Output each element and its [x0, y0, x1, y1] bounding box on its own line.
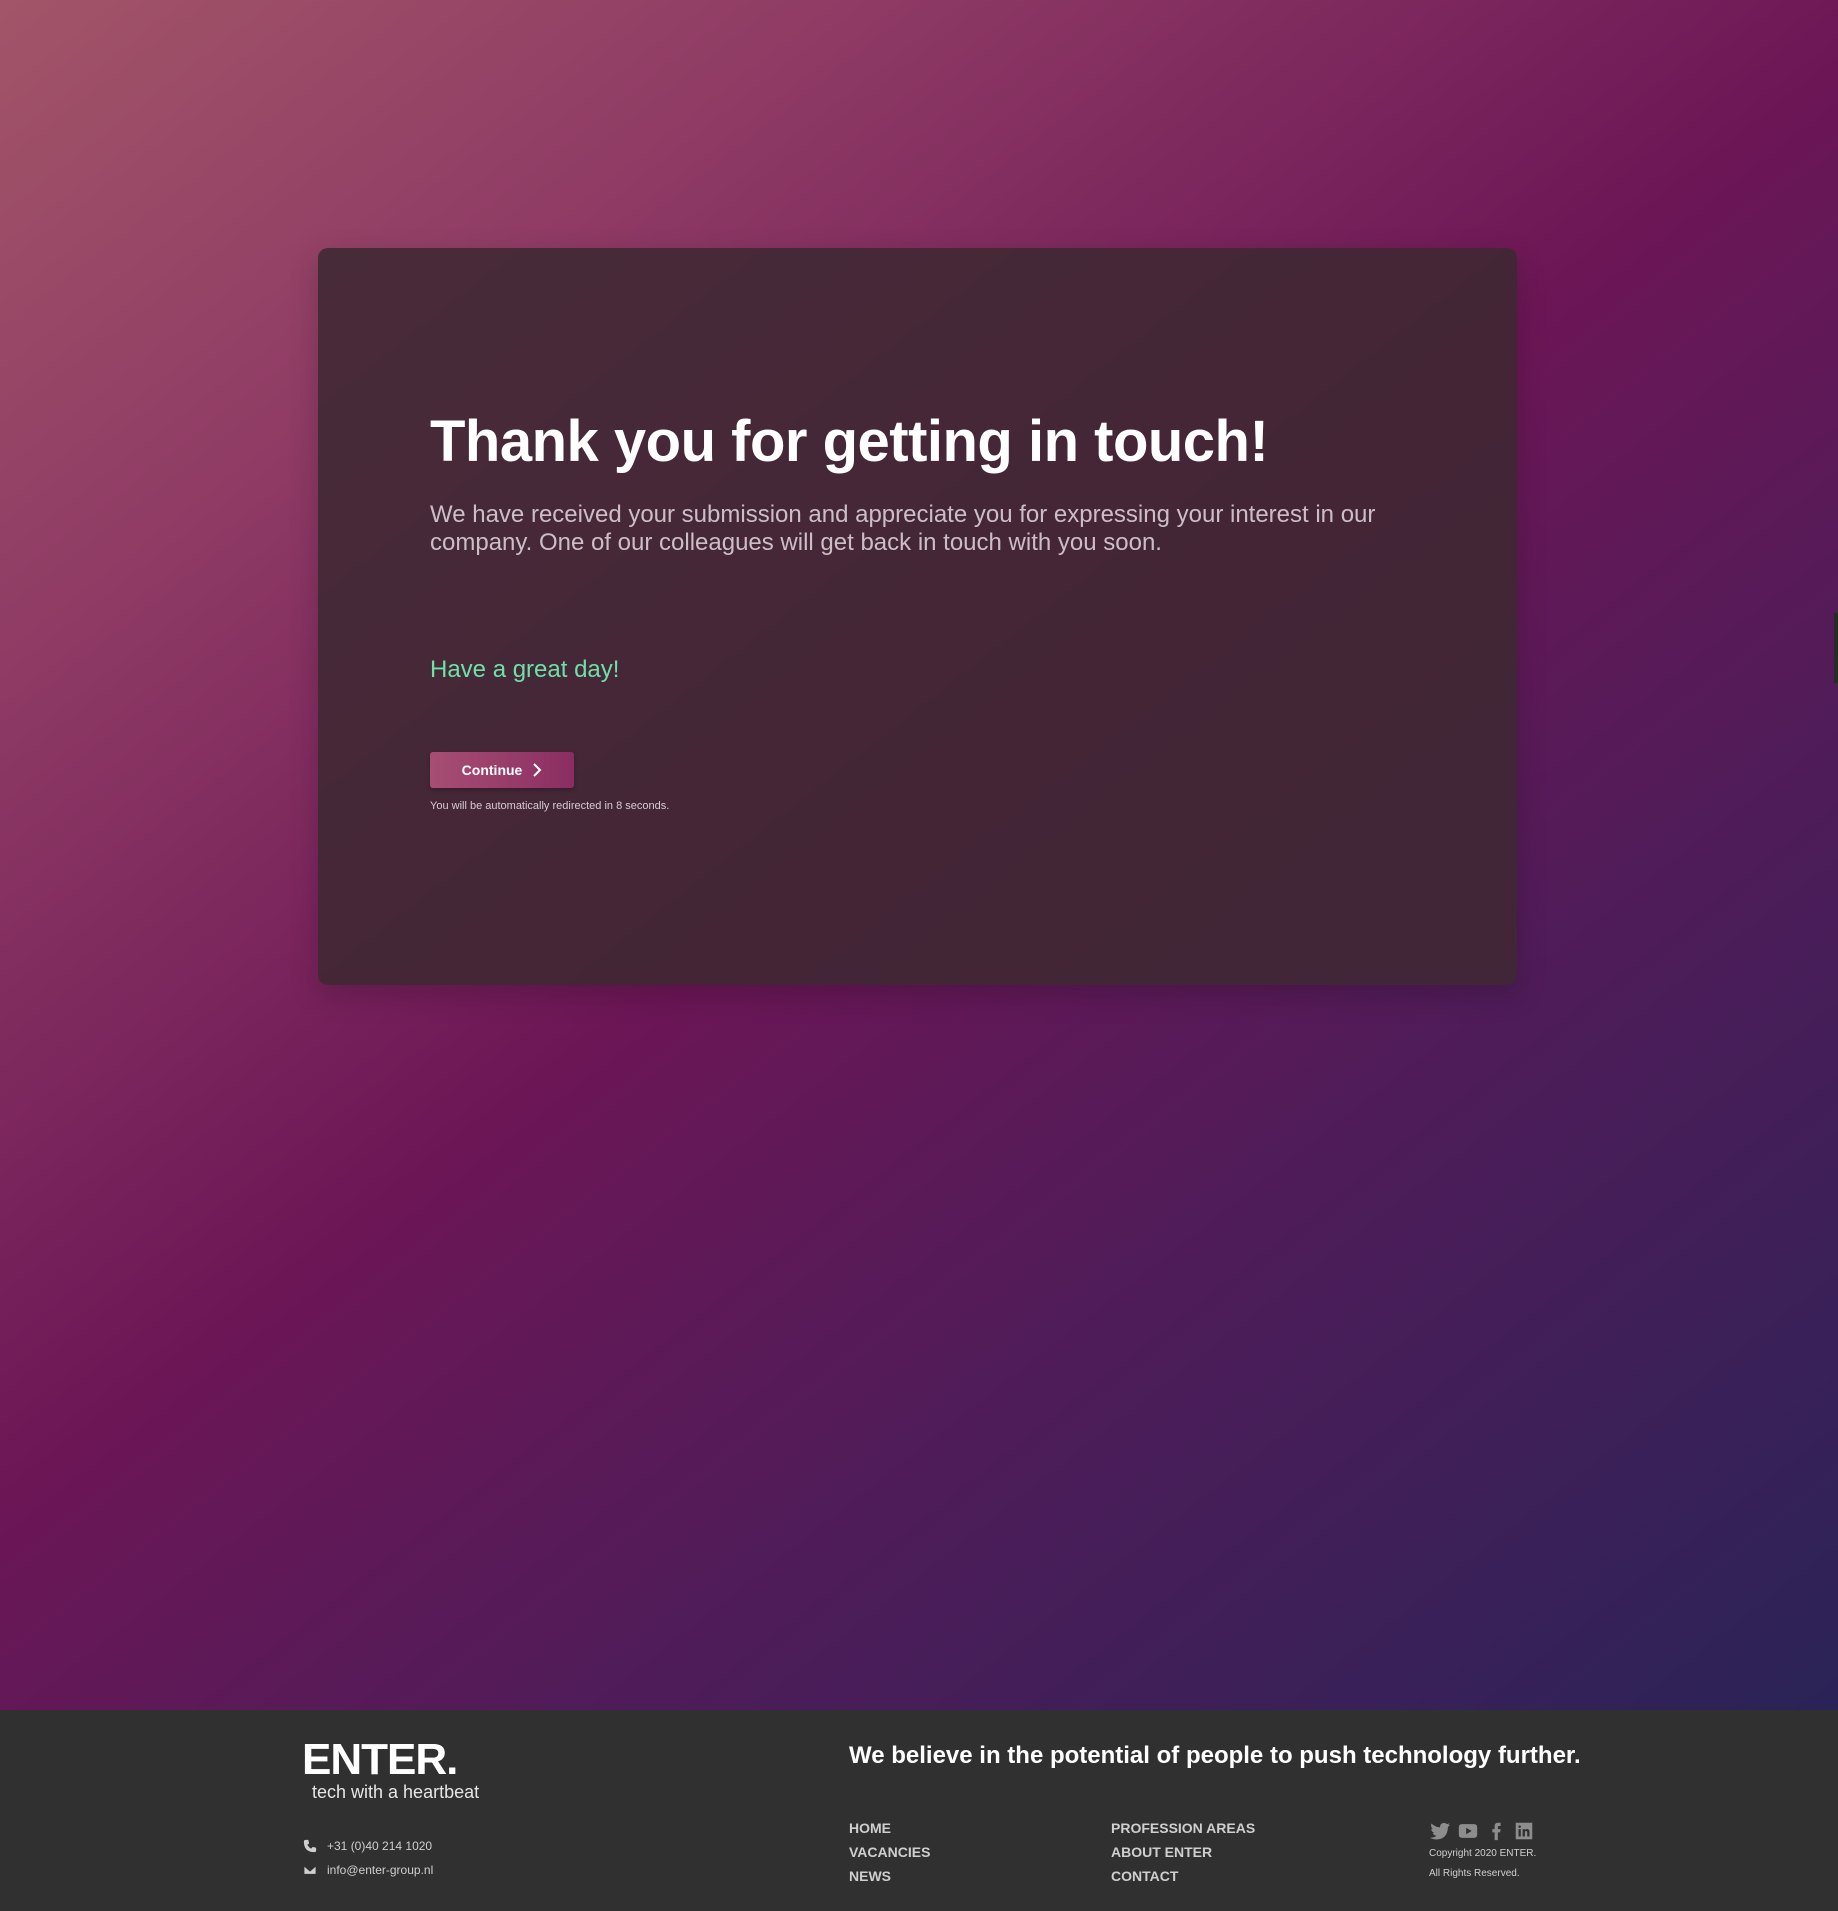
logo-wordmark: ENTER.	[302, 1735, 458, 1784]
copyright-line: Copyright 2020 ENTER.	[1429, 1848, 1537, 1859]
footer-link-home[interactable]: HOME	[849, 1816, 930, 1840]
redirect-note: You will be automatically redirected in …	[430, 800, 670, 812]
footer-link-news[interactable]: NEWS	[849, 1864, 930, 1888]
footer-link-vacancies[interactable]: VACANCIES	[849, 1840, 930, 1864]
footer-link-about-enter[interactable]: ABOUT ENTER	[1111, 1840, 1255, 1864]
mail-icon	[303, 1865, 317, 1875]
site-footer: ENTER. tech with a heartbeat +31 (0)40 2…	[0, 1710, 1838, 1911]
scrollbar-edge	[1834, 613, 1838, 683]
phone-icon	[303, 1839, 317, 1853]
logo-tagline: tech with a heartbeat	[312, 1782, 480, 1802]
confirmation-card: Thank you for getting in touch! We have …	[318, 248, 1517, 985]
email-row[interactable]: info@enter-group.nl	[303, 1858, 433, 1882]
facebook-icon[interactable]	[1485, 1820, 1507, 1842]
confirmation-message: We have received your submission and app…	[430, 501, 1376, 556]
social-links	[1429, 1820, 1535, 1842]
page-title: Thank you for getting in touch!	[430, 409, 1269, 474]
chevron-right-icon	[533, 763, 542, 777]
greeting-text: Have a great day!	[430, 656, 620, 683]
rights-line: All Rights Reserved.	[1429, 1868, 1520, 1879]
contact-info: +31 (0)40 214 1020 info@enter-group.nl	[303, 1834, 433, 1882]
phone-row[interactable]: +31 (0)40 214 1020	[303, 1834, 433, 1858]
enter-logo[interactable]: ENTER. tech with a heartbeat	[302, 1735, 480, 1803]
continue-button[interactable]: Continue	[430, 752, 574, 788]
footer-link-profession-areas[interactable]: PROFESSION AREAS	[1111, 1816, 1255, 1840]
twitter-icon[interactable]	[1429, 1820, 1451, 1842]
youtube-icon[interactable]	[1457, 1820, 1479, 1842]
copyright: Copyright 2020 ENTER. All Rights Reserve…	[1429, 1844, 1536, 1884]
phone-number: +31 (0)40 214 1020	[327, 1839, 433, 1853]
linkedin-icon[interactable]	[1513, 1820, 1535, 1842]
footer-nav-secondary: PROFESSION AREAS ABOUT ENTER CONTACT	[1111, 1816, 1255, 1888]
footer-nav-primary: HOME VACANCIES NEWS	[849, 1816, 930, 1888]
email-address: info@enter-group.nl	[327, 1863, 434, 1877]
continue-button-label: Continue	[461, 762, 523, 778]
footer-link-contact[interactable]: CONTACT	[1111, 1864, 1255, 1888]
footer-slogan: We believe in the potential of people to…	[849, 1742, 1581, 1769]
